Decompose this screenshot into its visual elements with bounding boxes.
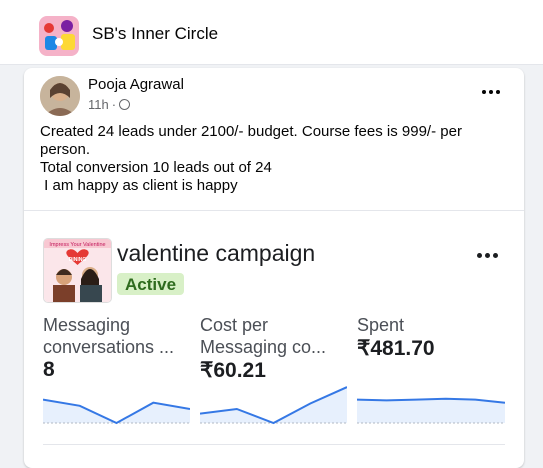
sparkline-area bbox=[357, 398, 505, 423]
metric-value: ₹481.70 bbox=[357, 337, 435, 360]
post-text-line: I am happy as client is happy bbox=[40, 177, 238, 194]
metric-label: Cost per bbox=[200, 315, 269, 335]
author-avatar[interactable] bbox=[40, 76, 80, 116]
sparkline-messaging bbox=[43, 398, 190, 425]
post-author[interactable]: Pooja Agrawal bbox=[88, 76, 184, 93]
sparkline-area bbox=[200, 387, 347, 423]
status-badge: Active bbox=[117, 273, 185, 295]
campaign-title[interactable]: valentine campaign bbox=[117, 240, 315, 267]
sparkline-cost bbox=[200, 386, 347, 425]
post-text-line: Created 24 leads under 2100/- budget. Co… bbox=[40, 123, 462, 140]
group-avatar-icon[interactable] bbox=[39, 16, 79, 56]
metric-label: conversations ... bbox=[43, 337, 175, 357]
metric-value: 8 bbox=[43, 358, 55, 381]
sparkline-spent bbox=[357, 397, 505, 424]
thumb-label: DINING bbox=[69, 257, 87, 263]
metric-label: Messaging co... bbox=[200, 337, 327, 357]
campaign-more-button[interactable] bbox=[472, 244, 502, 266]
metric-label: Messaging bbox=[43, 315, 131, 335]
group-name[interactable]: SB's Inner Circle bbox=[92, 24, 218, 44]
metric-spent: Spent ₹481.70 bbox=[357, 314, 435, 361]
thumb-banner: Impress Your Valentine bbox=[49, 242, 105, 248]
metric-label: Spent bbox=[357, 315, 405, 335]
more-options-icon bbox=[482, 90, 500, 94]
post-card: Pooja Agrawal 11h · Created 24 leads und… bbox=[24, 68, 524, 468]
post-text-line: Total conversion 10 leads out of 24 bbox=[40, 159, 272, 176]
post-more-button[interactable] bbox=[476, 80, 506, 104]
more-options-icon bbox=[476, 252, 498, 258]
post-text-line: person. bbox=[40, 141, 91, 158]
globe-icon bbox=[119, 99, 131, 110]
post-time[interactable]: 11h bbox=[88, 97, 109, 112]
metric-messaging-conversations: Messaging conversations ... 8 bbox=[43, 314, 174, 382]
group-header: SB's Inner Circle bbox=[0, 0, 543, 65]
divider bbox=[24, 210, 524, 211]
post-text: Created 24 leads under 2100/- budget. Co… bbox=[40, 123, 510, 195]
campaign-thumbnail[interactable]: Impress Your Valentine DINING bbox=[43, 238, 112, 303]
divider bbox=[43, 444, 505, 445]
meta-separator: · bbox=[111, 97, 117, 112]
metric-cost-per-messaging: Cost per Messaging co... ₹60.21 bbox=[200, 314, 326, 383]
post-meta: 11h · bbox=[88, 97, 131, 112]
